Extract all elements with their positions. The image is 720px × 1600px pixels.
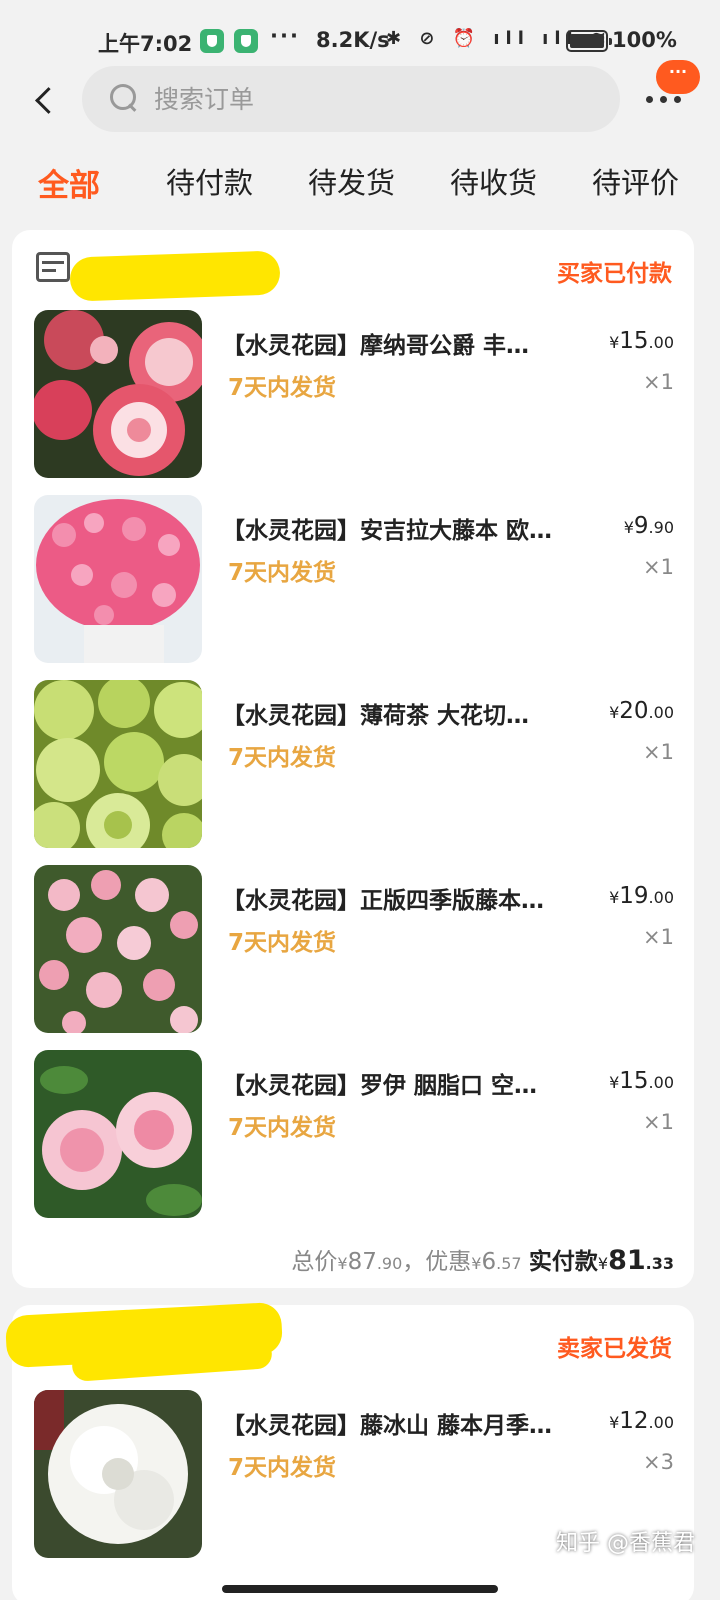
order-total: 总价¥87.90，优惠¥6.57 实付款¥81.33 [291,1242,674,1276]
order-item[interactable]: 【水灵花园】摩纳哥公爵 丰… ¥15.00 7天内发货 ×1 [12,310,694,480]
tab-pending-payment[interactable]: 待付款 [166,160,253,202]
price-decimal: .00 [648,1073,674,1092]
order-status: 买家已付款 [557,261,672,287]
product-image[interactable] [34,310,202,478]
shield-icon [200,29,224,53]
total-decimal: .90 [376,1254,403,1273]
quantity: ×1 [643,740,674,764]
product-price: ¥12.00 [609,1408,674,1434]
total-label: 总价 [291,1249,338,1275]
tab-all[interactable]: 全部 [38,160,100,205]
price-decimal: .00 [648,1413,674,1432]
price-decimal: .00 [648,333,674,352]
currency-symbol: ¥ [609,703,620,722]
tab-pending-review[interactable]: 待评价 [592,160,679,202]
tab-pending-receipt[interactable]: 待收货 [450,160,537,202]
currency-symbol: ¥ [337,1254,348,1273]
order-item[interactable]: 【水灵花园】正版四季版藤本… ¥19.00 7天内发货 ×1 [12,865,694,1035]
price-decimal: .00 [648,888,674,907]
currency-symbol: ¥ [609,888,620,907]
product-price: ¥20.00 [609,698,674,724]
more-dot-icon [674,96,681,103]
shipping-note: 7天内发货 [228,1115,337,1141]
price-integer: 15 [619,1068,649,1094]
product-title[interactable]: 【水灵花园】安吉拉大藤本 欧… [222,511,577,545]
discount-label: ，优惠 [402,1249,472,1275]
message-badge[interactable]: ··· [656,60,700,94]
price-integer: 19 [619,883,649,909]
currency-symbol: ¥ [609,333,620,352]
product-image[interactable] [34,495,202,663]
currency-symbol: ¥ [623,518,634,537]
discount-integer: 6 [481,1249,497,1275]
price-decimal: .90 [648,518,674,537]
status-time: 上午7:02 [98,32,193,56]
total-integer: 87 [347,1249,377,1275]
currency-symbol: ¥ [609,1073,620,1092]
paid-integer: 81 [608,1245,646,1276]
status-dots: ··· [270,24,300,48]
price-integer: 9 [633,513,649,539]
order-tabs: 全部 待付款 待发货 待收货 待评价 [0,160,720,210]
shipping-note: 7天内发货 [228,1455,337,1481]
status-bar: 上午7:02 ··· 8.2K/s ✱ ⊘ ⏰ ıll ıll ≋ 100% [0,22,720,62]
shipping-note: 7天内发货 [228,745,337,771]
network-speed: 8.2K/s [316,28,390,52]
more-dot-icon [660,96,667,103]
price-integer: 15 [619,328,649,354]
paid-decimal: .33 [645,1254,674,1273]
watermark: 知乎 @香蕉君 [556,1531,695,1556]
shipping-note: 7天内发货 [228,930,337,956]
currency-symbol: ¥ [609,1413,620,1432]
currency-symbol: ¥ [597,1254,609,1273]
order-item[interactable]: 【水灵花园】罗伊 胭脂口 空… ¥15.00 7天内发货 ×1 [12,1050,694,1220]
product-title[interactable]: 【水灵花园】正版四季版藤本… [222,881,577,915]
back-button[interactable] [26,78,66,122]
quantity: ×1 [643,370,674,394]
battery-percent: 100% [612,28,677,52]
currency-symbol: ¥ [471,1254,482,1273]
order-card[interactable]: 买家已付款 【水灵花园】摩纳哥公爵 丰… ¥15.00 7天内发货 ×1 【水灵… [12,230,694,1288]
product-price: ¥9.90 [624,513,674,539]
more-dot-icon [646,96,653,103]
quantity: ×1 [643,925,674,949]
product-price: ¥19.00 [609,883,674,909]
product-title[interactable]: 【水灵花园】罗伊 胭脂口 空… [222,1066,577,1100]
shop-row[interactable]: 买家已付款 [12,230,694,310]
store-icon [36,252,70,282]
price-decimal: .00 [648,703,674,722]
screen: 上午7:02 ··· 8.2K/s ✱ ⊘ ⏰ ıll ıll ≋ 100% ·… [0,0,720,1600]
product-price: ¥15.00 [609,1068,674,1094]
tab-pending-shipment[interactable]: 待发货 [308,160,395,202]
product-image[interactable] [34,1050,202,1218]
shop-name-redacted [69,250,281,302]
shop-row[interactable]: 卖家已发货 [4,1301,694,1385]
battery-icon [566,30,612,52]
order-item[interactable]: 【水灵花园】安吉拉大藤本 欧… ¥9.90 7天内发货 ×1 [12,495,694,665]
order-status: 卖家已发货 [557,1336,672,1362]
product-price: ¥15.00 [609,328,674,354]
product-image[interactable] [34,680,202,848]
product-image[interactable] [34,1390,202,1558]
shield-icon [234,29,258,53]
paid-label: 实付款 [528,1249,598,1275]
price-integer: 20 [619,698,649,724]
product-title[interactable]: 【水灵花园】薄荷茶 大花切… [222,696,577,730]
product-title[interactable]: 【水灵花园】摩纳哥公爵 丰… [222,326,577,360]
shipping-note: 7天内发货 [228,560,337,586]
quantity: ×1 [643,555,674,579]
shipping-note: 7天内发货 [228,375,337,401]
price-integer: 12 [619,1408,649,1434]
quantity: ×3 [643,1450,674,1474]
quantity: ×1 [643,1110,674,1134]
search-input[interactable] [154,66,594,132]
order-item[interactable]: 【水灵花园】薄荷茶 大花切… ¥20.00 7天内发货 ×1 [12,680,694,850]
home-indicator[interactable] [222,1585,498,1593]
search-icon [110,84,138,112]
product-image[interactable] [34,865,202,1033]
search-box[interactable] [82,66,620,132]
product-title[interactable]: 【水灵花园】藤冰山 藤本月季… [222,1406,577,1440]
discount-decimal: .57 [496,1254,522,1273]
